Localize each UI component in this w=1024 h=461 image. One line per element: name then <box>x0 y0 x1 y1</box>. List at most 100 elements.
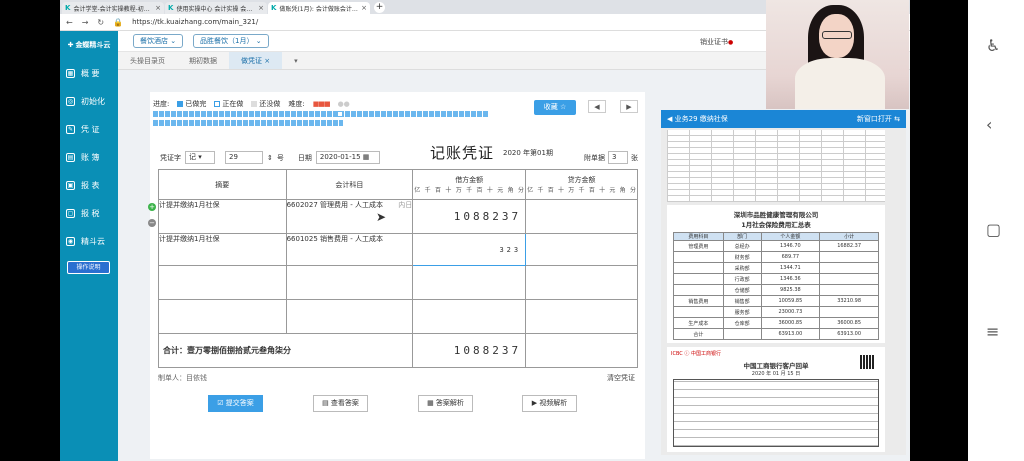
sidebar-item-ledger[interactable]: ▤ 账 簿 <box>60 143 118 171</box>
account-cell[interactable] <box>285 265 414 300</box>
debit-cell[interactable] <box>412 299 527 334</box>
video-analysis-button[interactable]: ▶ 视频解析 <box>522 395 577 412</box>
voucher-word-select[interactable]: 记 ▾ <box>185 151 215 164</box>
tabs-menu-icon[interactable]: ▾ <box>282 52 310 69</box>
new-tab-button[interactable]: + <box>374 2 385 13</box>
digit-label: 十 <box>599 187 606 194</box>
summary-cell[interactable]: 计提并缴纳1月社保 <box>158 199 287 234</box>
credit-cell[interactable] <box>525 265 638 300</box>
summary-sheet-cell <box>673 262 724 274</box>
tab-make-voucher[interactable]: 做凭证 × <box>229 52 283 69</box>
forward-icon[interactable]: → <box>82 18 89 27</box>
voucher-title: 记账凭证 <box>430 144 495 162</box>
view-answer-button[interactable]: ▤ 查看答案 <box>313 395 368 412</box>
digit-label: 百 <box>588 187 595 194</box>
progress-grid-row1[interactable] <box>153 111 488 117</box>
debit-cell[interactable] <box>412 265 527 300</box>
system-back-icon[interactable]: ‹ <box>986 115 992 134</box>
cert-link[interactable]: 销业证书● <box>700 37 733 47</box>
sidebar-item-cloud[interactable]: ◉ 精斗云 <box>60 227 118 255</box>
sidebar-item-overview[interactable]: ▦ 概 要 <box>60 59 118 87</box>
back-icon[interactable]: ← <box>66 18 73 27</box>
credit-cell[interactable] <box>525 199 638 234</box>
site-favicon-icon: K <box>271 4 277 12</box>
account-cell[interactable]: 6602027 管理费用 - 人工成本 内日 <box>285 199 414 234</box>
summary-sheet-cell <box>819 262 879 274</box>
summary-sheet-header: 小计 <box>819 232 879 241</box>
attach-count-input[interactable]: 3 <box>608 151 628 164</box>
debit-cell-editing[interactable]: 323 <box>412 233 527 266</box>
summary-sheet-cell: 10059.85 <box>760 295 821 307</box>
digit-label: 角 <box>507 187 514 194</box>
add-row-icon[interactable]: + <box>148 203 156 211</box>
swap-icon[interactable]: ⇆ <box>894 115 900 123</box>
overview-icon: ▦ <box>66 68 75 78</box>
credit-cell[interactable] <box>525 299 638 334</box>
close-tab-icon[interactable]: × <box>258 4 264 12</box>
summary-sheet-row: 合计 63913.00 63913.00 <box>673 328 879 340</box>
system-menu-icon[interactable]: ≡ <box>986 322 999 341</box>
sidebar-item-voucher[interactable]: ✎ 凭 证 <box>60 115 118 143</box>
summary-sheet-cell: 33210.98 <box>819 295 879 307</box>
voucher-number-input[interactable]: 29 <box>225 151 263 164</box>
answer-analysis-button[interactable]: ▦ 答案解析 <box>418 395 473 412</box>
summary-sheet-cell: 服务部 <box>722 306 762 318</box>
digit-label: 十 <box>445 187 452 194</box>
summary-cell[interactable] <box>158 265 287 300</box>
submit-icon: ☑ <box>217 399 224 407</box>
debit-cell[interactable]: 1088237 <box>412 199 527 234</box>
lock-icon: 🔒 <box>113 17 124 27</box>
receipt-grid <box>673 379 879 447</box>
submit-answer-button[interactable]: ☑ 提交答案 <box>208 395 263 412</box>
digit-label: 十 <box>486 187 493 194</box>
presenter-body <box>795 58 885 109</box>
digit-label: 亿 <box>527 187 534 194</box>
digit-label: 千 <box>578 187 585 194</box>
clear-voucher-button[interactable]: 清空凭证 <box>607 373 635 383</box>
voucher-row <box>158 299 638 334</box>
credit-cell[interactable] <box>525 233 638 266</box>
next-button[interactable]: ▶ <box>620 100 638 113</box>
date-input[interactable]: 2020-01-15 ▦ <box>315 151 380 164</box>
remove-row-icon[interactable]: − <box>148 219 156 227</box>
url-field[interactable]: https://tk.kuaizhang.com/main_321/ <box>132 18 258 26</box>
account-cell[interactable] <box>285 299 414 334</box>
open-new-window-link[interactable]: 新窗口打开 <box>857 115 892 123</box>
account-cell[interactable]: 6601025 销售费用 - 人工成本 <box>285 233 414 266</box>
browser-tab-active[interactable]: K 做账凭(1月): 会计做账会计做账 × <box>268 2 370 14</box>
favorite-button[interactable]: 收藏 ☆ <box>534 100 576 115</box>
prev-button[interactable]: ◀ <box>588 100 606 113</box>
summary-sheet-cell <box>819 284 879 296</box>
summary-sheet-cell <box>722 328 762 340</box>
op-guide-button[interactable]: 操作说明 <box>67 261 110 274</box>
browser-tab[interactable]: K使用实操中心 会计实操 会计培训× <box>165 2 267 14</box>
sidebar-item-init[interactable]: ◎ 初始化 <box>60 87 118 115</box>
col-debit: 借方金额亿千百十万千百十元角分 <box>412 169 527 200</box>
sidebar-item-tax[interactable]: ▢ 报 税 <box>60 199 118 227</box>
summary-cell[interactable] <box>158 299 287 334</box>
summary-sheet-cell: 36000.85 <box>819 317 879 329</box>
sidebar-item-report[interactable]: ▣ 报 表 <box>60 171 118 199</box>
summary-sheet-row: 仓储部 9825.38 <box>673 284 879 296</box>
company-select[interactable]: 餐饮酒店 ⌄ <box>133 34 184 48</box>
reload-icon[interactable]: ↻ <box>97 18 104 27</box>
system-home-icon[interactable]: ▢ <box>986 220 1001 239</box>
tab-catalog[interactable]: 头操目录页 <box>118 52 177 69</box>
close-tab-icon[interactable]: × <box>361 4 367 12</box>
summary-cell[interactable]: 计提并缴纳1月社保 <box>158 233 287 266</box>
browser-tab[interactable]: K会计学堂-会计实操教程-初级中级× <box>62 2 164 14</box>
number-stepper-icon[interactable]: ⇕ <box>267 154 273 162</box>
hot-badge-icon: ● <box>728 39 734 46</box>
back-arrow-icon[interactable]: ◀ <box>667 115 672 123</box>
close-tab-icon[interactable]: × <box>155 4 161 12</box>
close-icon[interactable]: × <box>264 57 270 65</box>
progress-grid-row2[interactable] <box>153 120 343 126</box>
digit-label: 千 <box>537 187 544 194</box>
tab-initial-data[interactable]: 期初数据 <box>177 52 229 69</box>
accessibility-icon[interactable]: ♿ <box>986 36 1000 55</box>
digit-label: 万 <box>568 187 575 194</box>
digit-label: 分 <box>518 187 525 194</box>
summary-sheet-cell: 9825.38 <box>760 284 821 296</box>
progress-current-cell[interactable] <box>337 111 343 117</box>
period-select[interactable]: 品胜餐饮（1月） ⌄ <box>193 34 269 48</box>
